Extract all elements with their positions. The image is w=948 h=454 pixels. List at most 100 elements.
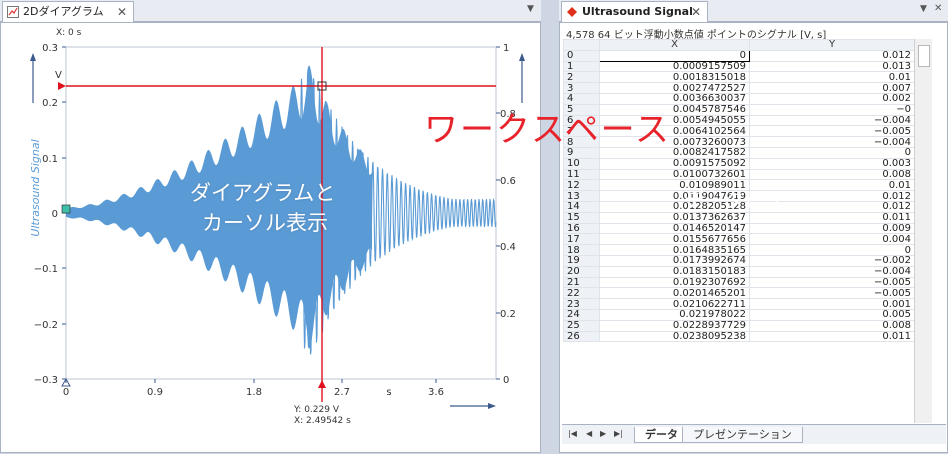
tab-ultrasound-signal[interactable]: Ultrasound Signal ✕: [561, 1, 708, 22]
table-row[interactable]: 17 0.0155677656 0.004: [563, 233, 914, 246]
tab-data[interactable]: データ: [634, 427, 689, 443]
table-row[interactable]: 19 0.0173992674 −0.002: [563, 254, 914, 267]
x-value-cell[interactable]: 0.0091575092: [599, 157, 750, 170]
close-icon[interactable]: ✕: [117, 2, 127, 22]
table-row[interactable]: 15 0.0137362637 0.011: [563, 211, 914, 224]
data-table[interactable]: X Y 0 0 0.012 1 0.0009157509 0.013 2 0.00183150…: [563, 39, 914, 423]
row-index-cell[interactable]: 24: [563, 308, 600, 321]
x-value-cell[interactable]: 0.0146520147: [599, 222, 750, 235]
y-value-cell[interactable]: 0.003: [749, 157, 914, 170]
x-value-cell[interactable]: 0.0228937729: [599, 319, 750, 332]
y-value-cell[interactable]: −0.002: [749, 254, 914, 267]
y-value-cell[interactable]: −0.005: [749, 125, 914, 138]
y-value-cell[interactable]: 0.011: [749, 211, 914, 224]
y-value-cell[interactable]: 0.008: [749, 319, 914, 332]
row-index-cell[interactable]: 3: [563, 82, 600, 94]
y-value-cell[interactable]: 0.01: [749, 71, 914, 84]
scrollbar-thumb[interactable]: [918, 45, 930, 67]
row-index-cell[interactable]: 10: [563, 157, 600, 170]
x-value-cell[interactable]: 0.0173992674: [599, 254, 750, 267]
x-value-cell[interactable]: 0: [599, 49, 750, 62]
row-index-cell[interactable]: 22: [563, 287, 600, 300]
y-value-cell[interactable]: 0: [749, 146, 914, 159]
y-value-cell[interactable]: 0.007: [749, 82, 914, 94]
table-row[interactable]: 1 0.0009157509 0.013: [563, 60, 914, 73]
x-value-cell[interactable]: 0.0018315018: [599, 71, 750, 84]
y-value-cell[interactable]: −0.004: [749, 114, 914, 127]
x-value-cell[interactable]: 0.0155677656: [599, 233, 750, 246]
x-value-cell[interactable]: 0.0027472527: [599, 82, 750, 94]
row-index-cell[interactable]: 16: [563, 222, 600, 235]
y-value-cell[interactable]: −0.005: [749, 287, 914, 300]
first-page-icon[interactable]: |◀: [568, 429, 577, 438]
row-index-cell[interactable]: 12: [563, 179, 600, 192]
table-row[interactable]: 21 0.0192307692 −0.005: [563, 276, 914, 289]
dropdown-arrow-icon[interactable]: ▼: [920, 4, 927, 14]
x-value-cell[interactable]: 0.021978022: [599, 308, 750, 321]
row-index-cell[interactable]: 21: [563, 276, 600, 289]
x-value-cell[interactable]: 0.0100732601: [599, 168, 750, 181]
close-icon[interactable]: ✕: [691, 2, 701, 22]
table-row[interactable]: 2 0.0018315018 0.01: [563, 71, 914, 84]
y-value-cell[interactable]: 0.001: [749, 298, 914, 310]
table-row[interactable]: 23 0.0210622711 0.001: [563, 298, 914, 310]
dropdown-arrow-icon[interactable]: ▼: [527, 4, 534, 14]
x-value-cell[interactable]: 0.0009157509: [599, 60, 750, 73]
left-edge-marker[interactable]: [61, 204, 71, 214]
x-value-cell[interactable]: 0.0192307692: [599, 276, 750, 289]
table-row[interactable]: 25 0.0228937729 0.008: [563, 319, 914, 332]
table-row[interactable]: 20 0.0183150183 −0.004: [563, 265, 914, 278]
next-page-icon[interactable]: ▶: [600, 429, 606, 438]
y-value-cell[interactable]: −0: [749, 103, 914, 116]
y-value-cell[interactable]: 0.013: [749, 60, 914, 73]
table-row[interactable]: 24 0.021978022 0.005: [563, 308, 914, 321]
vertical-scrollbar[interactable]: [914, 39, 932, 423]
x-value-cell[interactable]: 0.0164835165: [599, 244, 750, 256]
table-row[interactable]: 26 0.0238095238 0.011: [563, 330, 914, 343]
prev-page-icon[interactable]: ◀: [586, 429, 592, 438]
column-header-y[interactable]: Y: [749, 39, 914, 51]
row-index-cell[interactable]: 14: [563, 200, 600, 213]
row-index-cell[interactable]: 18: [563, 244, 600, 256]
close-icon[interactable]: ✕: [934, 3, 942, 14]
table-row[interactable]: 3 0.0027472527 0.007: [563, 82, 914, 94]
diagram-canvas[interactable]: 0.3 0.2 0.1 0 −0.1 −0.2 −0.3 1 0.8 0.6 0…: [0, 23, 541, 453]
table-row[interactable]: 11 0.0100732601 0.008: [563, 168, 914, 181]
row-index-cell[interactable]: 0: [563, 49, 600, 62]
table-row[interactable]: 18 0.0164835165 0: [563, 244, 914, 256]
y-value-cell[interactable]: 0.002: [749, 92, 914, 105]
last-page-icon[interactable]: ▶|: [614, 429, 623, 438]
y-value-cell[interactable]: 0.012: [749, 49, 914, 62]
cursor-x-marker-icon[interactable]: [318, 380, 326, 388]
y-value-cell[interactable]: 0: [749, 244, 914, 256]
row-index-cell[interactable]: 11: [563, 168, 600, 181]
row-index-cell[interactable]: 15: [563, 211, 600, 224]
row-index-cell[interactable]: 1: [563, 60, 600, 73]
y-value-cell[interactable]: 0.011: [749, 330, 914, 343]
tab-presentation[interactable]: プレゼンテーション: [682, 427, 803, 443]
row-index-cell[interactable]: 2: [563, 71, 600, 84]
row-index-cell[interactable]: 23: [563, 298, 600, 310]
cursor-y-marker-icon[interactable]: [58, 82, 66, 90]
column-header-x[interactable]: X: [599, 39, 750, 51]
row-index-cell[interactable]: 13: [563, 190, 600, 202]
x-value-cell[interactable]: 0.0201465201: [599, 287, 750, 300]
y-value-cell[interactable]: −0.005: [749, 276, 914, 289]
tab-2d-diagram[interactable]: 2Dダイアグラム ✕: [2, 1, 134, 22]
y-value-cell[interactable]: 0.004: [749, 233, 914, 246]
row-index-cell[interactable]: 20: [563, 265, 600, 278]
y-value-cell[interactable]: 0.009: [749, 222, 914, 235]
x-value-cell[interactable]: 0.0183150183: [599, 265, 750, 278]
row-index-cell[interactable]: 17: [563, 233, 600, 246]
x-value-cell[interactable]: 0.0137362637: [599, 211, 750, 224]
x-value-cell[interactable]: 0.0238095238: [599, 330, 750, 343]
row-index-cell[interactable]: 19: [563, 254, 600, 267]
row-index-cell[interactable]: 26: [563, 330, 600, 343]
y-value-cell[interactable]: 0.005: [749, 308, 914, 321]
table-row[interactable]: 16 0.0146520147 0.009: [563, 222, 914, 235]
table-row[interactable]: 22 0.0201465201 −0.005: [563, 287, 914, 300]
y-value-cell[interactable]: 0.008: [749, 168, 914, 181]
table-row[interactable]: 0 0 0.012: [563, 49, 914, 62]
y-value-cell[interactable]: −0.004: [749, 265, 914, 278]
table-row[interactable]: 10 0.0091575092 0.003: [563, 157, 914, 170]
